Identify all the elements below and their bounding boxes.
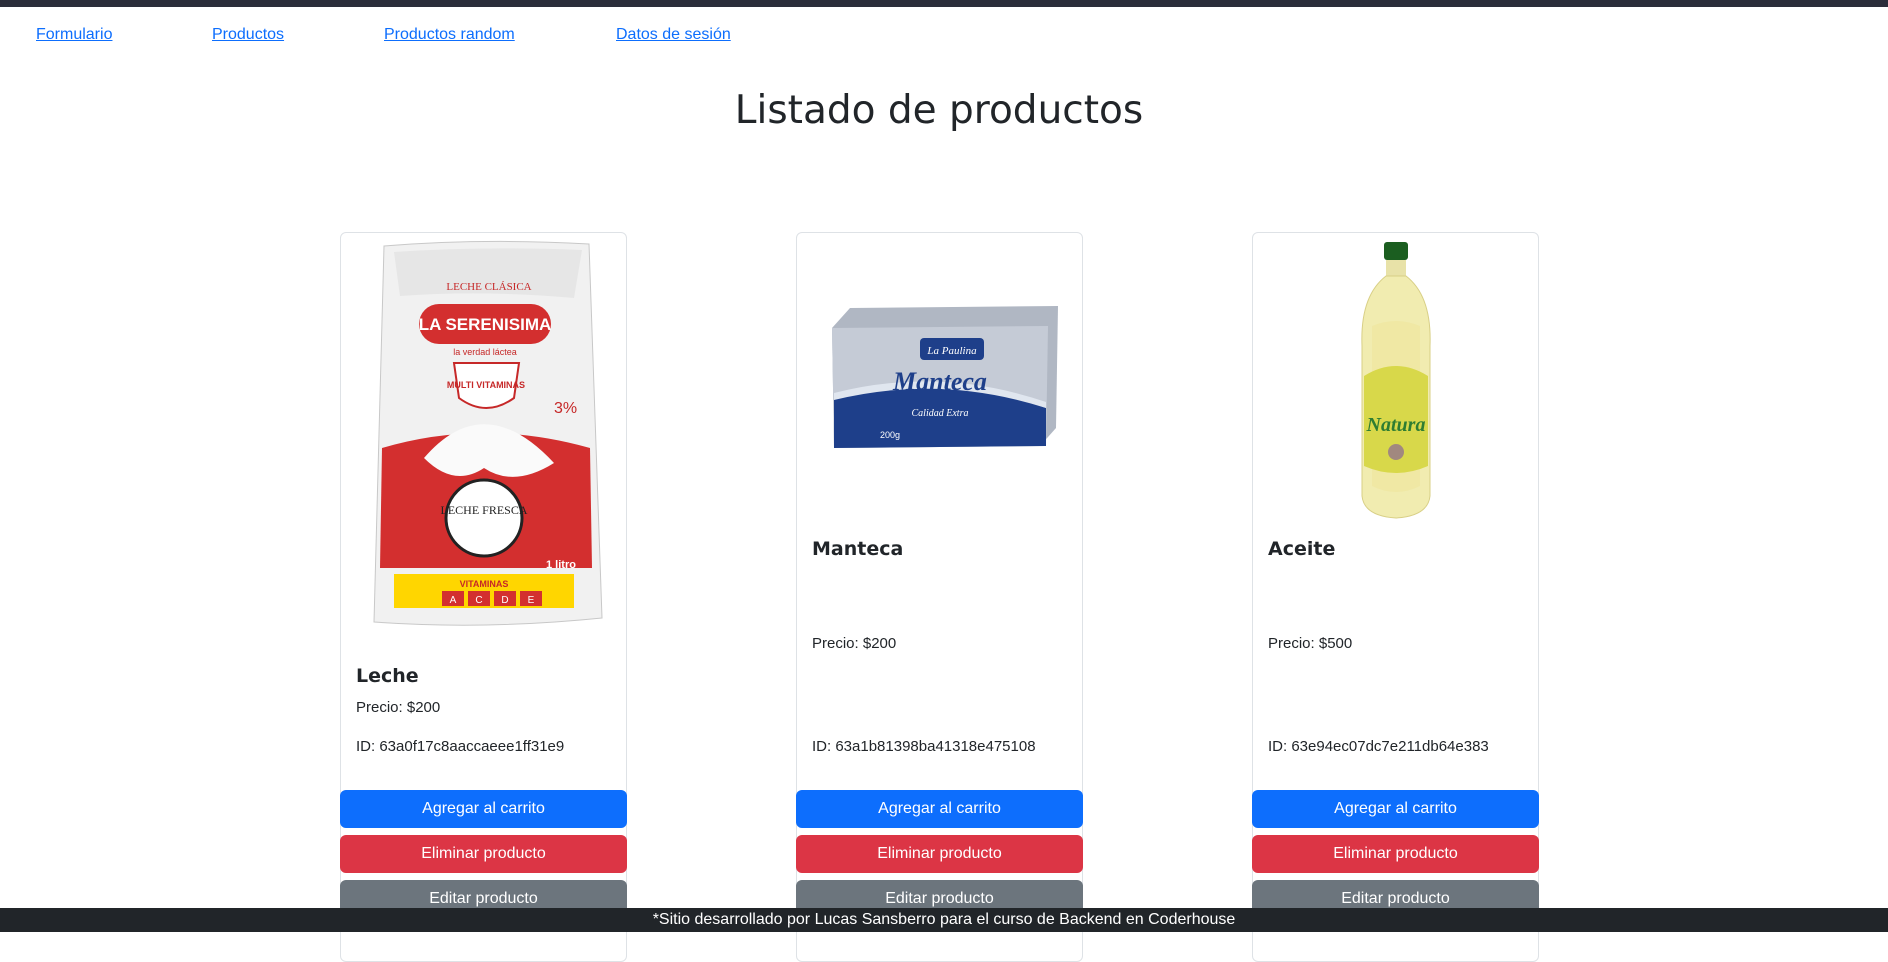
delete-product-button[interactable]: Eliminar producto <box>796 835 1083 873</box>
milk-label-line1: LECHE CLÁSICA <box>446 281 531 293</box>
milk-brand: LA SERENISIMA <box>418 315 551 334</box>
nav-link-formulario[interactable]: Formulario <box>36 26 112 44</box>
product-id: ID: 63a0f17c8aaccaeee1ff31e9 <box>356 738 565 755</box>
oil-brand: Natura <box>1365 414 1425 436</box>
butter-quality: Calidad Extra <box>911 408 968 419</box>
oil-bottle-image: Natura <box>1360 242 1431 519</box>
vitamin-letter: A <box>449 595 456 606</box>
milk-badge: MULTI VITAMINAS <box>446 380 524 390</box>
product-name: Leche <box>356 665 419 687</box>
product-card: Natura Aceite Precio: $500 ID: 63e94ec07… <box>1252 232 1539 962</box>
product-price: Precio: $200 <box>356 699 441 716</box>
milk-fat: 3% <box>554 400 577 417</box>
add-to-cart-button[interactable]: Agregar al carrito <box>340 790 627 828</box>
milk-vitamins: VITAMINAS <box>459 579 508 589</box>
nav-link-productos-random[interactable]: Productos random <box>384 26 515 44</box>
butter-product: Manteca <box>892 367 987 396</box>
vitamin-letter: D <box>501 595 508 606</box>
butter-brand: La Paulina <box>926 345 977 357</box>
product-image: LECHE CLÁSICA LA SERENISIMA la verdad lá… <box>341 233 626 633</box>
milk-tagline: la verdad láctea <box>453 347 517 357</box>
butter-package-image: La Paulina Manteca Calidad Extra 200g <box>831 306 1058 448</box>
vitamin-letter: E <box>527 595 534 606</box>
vitamin-letter: C <box>475 595 482 606</box>
delete-product-button[interactable]: Eliminar producto <box>340 835 627 873</box>
delete-product-button[interactable]: Eliminar producto <box>1252 835 1539 873</box>
product-card: La Paulina Manteca Calidad Extra 200g Ma… <box>796 232 1083 962</box>
product-id: ID: 63a1b81398ba41318e475108 <box>812 738 1036 755</box>
product-name: Aceite <box>1268 538 1336 560</box>
site-footer: *Sitio desarrollado por Lucas Sansberro … <box>0 908 1888 932</box>
butter-weight: 200g <box>879 430 899 440</box>
product-price: Precio: $500 <box>1268 635 1353 652</box>
nav-link-productos[interactable]: Productos <box>212 26 284 44</box>
milk-volume: 1 litro <box>546 559 576 571</box>
add-to-cart-button[interactable]: Agregar al carrito <box>1252 790 1539 828</box>
top-bar <box>0 0 1888 7</box>
page-title: Listado de productos <box>734 88 1144 133</box>
product-card: LECHE CLÁSICA LA SERENISIMA la verdad lá… <box>340 232 627 962</box>
milk-bag-image: LECHE CLÁSICA LA SERENISIMA la verdad lá… <box>372 240 603 626</box>
milk-fresh: LECHE FRESCA <box>440 503 527 517</box>
product-price: Precio: $200 <box>812 635 897 652</box>
add-to-cart-button[interactable]: Agregar al carrito <box>796 790 1083 828</box>
product-image: Natura <box>1253 233 1538 523</box>
nav-link-datos-sesion[interactable]: Datos de sesión <box>616 26 731 44</box>
product-id: ID: 63e94ec07dc7e211db64e383 <box>1268 738 1489 755</box>
product-image: La Paulina Manteca Calidad Extra 200g <box>797 233 1082 523</box>
product-name: Manteca <box>812 538 904 560</box>
